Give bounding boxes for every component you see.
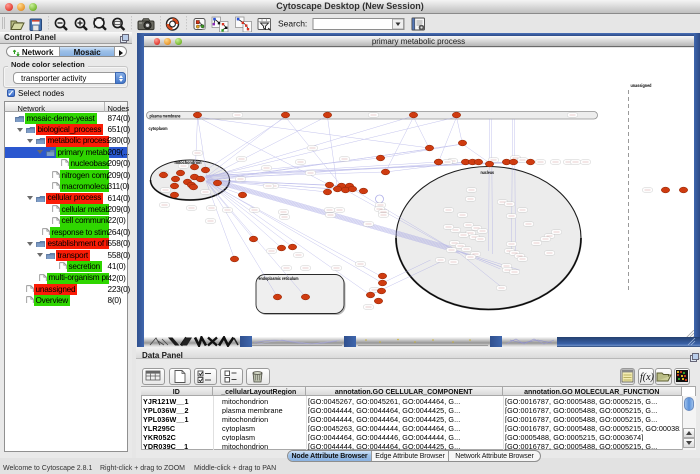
- svg-text:endoplasmic reticulum: endoplasmic reticulum: [258, 276, 298, 281]
- svg-text:f(x): f(x): [640, 372, 654, 383]
- svg-text:cytoplasm: cytoplasm: [148, 126, 167, 131]
- svg-text:plasma membrane: plasma membrane: [149, 114, 180, 119]
- svg-text:unassigned: unassigned: [630, 83, 651, 88]
- svg-text:Search:: Search:: [278, 19, 307, 29]
- svg-text:mitochondrion: mitochondrion: [174, 160, 201, 165]
- svg-text:nucleus: nucleus: [480, 170, 494, 175]
